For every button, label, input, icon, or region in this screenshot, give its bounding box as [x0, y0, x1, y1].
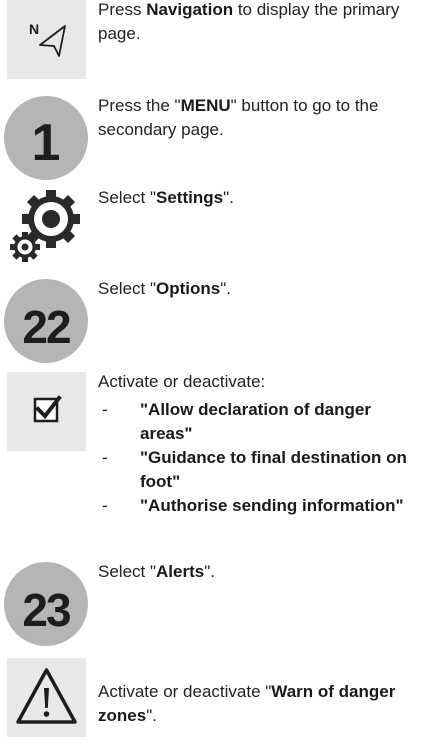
number-badge: 22 [4, 279, 88, 363]
step-text: Select "Settings". [98, 188, 234, 207]
step-settings-text: Select "Settings". [98, 186, 428, 210]
warning-icon-box [7, 658, 86, 737]
step-options-text: Select "Options". [98, 277, 428, 301]
navigation-arrow-icon: N [29, 21, 66, 57]
step-text: Activate or deactivate "Warn of danger z… [98, 682, 396, 725]
step-menu-text: Press the "MENU" button to go to the sec… [98, 94, 428, 142]
north-label: N [29, 21, 39, 37]
step-intro: Activate or deactivate: [98, 372, 266, 391]
number-badge: 1 [4, 96, 88, 180]
checkbox-icon [33, 395, 62, 423]
navigation-icon-box: N [7, 0, 86, 79]
step-danger-zones-text: Activate or deactivate "Warn of danger z… [98, 680, 428, 728]
step-alerts-text: Select "Alerts". [98, 560, 428, 584]
list-item: - "Authorise sending information" [102, 496, 404, 515]
step-activate-text: Activate or deactivate: - "Allow declarat… [98, 370, 428, 518]
checkbox-icon-box [7, 372, 86, 451]
step-text: Select "Alerts". [98, 562, 215, 581]
options-list: - "Allow declaration of danger areas" - "G… [98, 398, 428, 518]
step-text: Press Navigation to display the primary … [98, 0, 400, 43]
settings-gears-icon [10, 190, 80, 262]
number-badge: 23 [4, 562, 88, 646]
step-navigation-text: Press Navigation to display the primary … [98, 0, 428, 46]
step-text: Select "Options". [98, 279, 231, 298]
list-item: - "Guidance to final destination on foot" [102, 448, 407, 491]
step-text: Press the "MENU" button to go to the sec… [98, 96, 379, 139]
warning-triangle-icon [16, 668, 77, 724]
list-item: - "Allow declaration of danger areas" [102, 400, 371, 443]
